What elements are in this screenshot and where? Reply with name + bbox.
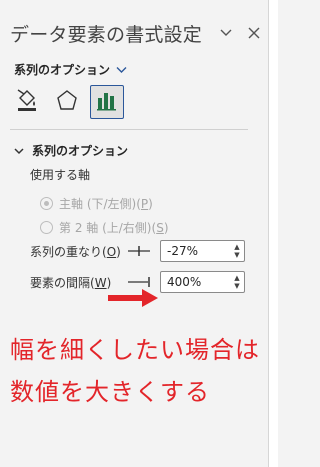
pane-title: データ要素の書式設定 (10, 23, 203, 46)
overlap-label: 系列の重なり(O) (30, 244, 121, 259)
spin-down-icon[interactable]: ▼ (234, 282, 239, 290)
paint-bucket-icon (15, 88, 39, 116)
series-options-menu[interactable]: 系列のオプション (14, 61, 127, 78)
pane-scroll-edge (268, 0, 278, 467)
radio-button (40, 197, 53, 210)
format-data-point-pane: データ要素の書式設定 系列のオプション 系列のオプション 使用する軸 主軸 (下… (0, 0, 268, 467)
pentagon-icon (56, 89, 78, 115)
primary-axis-label: 主軸 (下/左側)(P) (59, 197, 153, 211)
bar-chart-icon (95, 88, 119, 116)
gap-slider-icon (126, 275, 160, 289)
spin-buttons[interactable]: ▲ ▼ (230, 272, 244, 292)
secondary-axis-radio[interactable]: 第 2 軸 (上/右側)(S) (40, 219, 169, 236)
options-menu-label: 系列のオプション (14, 63, 111, 77)
spin-down-icon[interactable]: ▼ (234, 251, 239, 259)
spin-up-icon[interactable]: ▲ (234, 243, 239, 251)
primary-axis-radio[interactable]: 主軸 (下/左側)(P) (40, 195, 153, 212)
close-icon[interactable] (243, 22, 265, 44)
series-overlap-row: 系列の重なり(O) -27% ▲ ▼ (30, 240, 245, 262)
tab-fill-line[interactable] (10, 85, 44, 119)
annotation-line-1: 幅を細くしたい場合は (10, 336, 260, 364)
axis-label: 使用する軸 (30, 168, 91, 182)
secondary-axis-label: 第 2 軸 (上/右側)(S) (59, 221, 169, 235)
tab-series-options[interactable] (90, 85, 124, 119)
radio-button (40, 221, 53, 234)
gap-spinbox[interactable]: 400% ▲ ▼ (160, 271, 245, 293)
red-arrow-icon (108, 289, 158, 311)
annotation-line-2: 数値を大きくする (10, 378, 210, 406)
tab-effects[interactable] (50, 85, 84, 119)
spin-up-icon[interactable]: ▲ (234, 274, 239, 282)
divider (10, 129, 248, 130)
overlap-slider-icon (126, 244, 160, 258)
gap-label: 要素の間隔(W) (30, 275, 112, 290)
gap-value[interactable]: 400% (167, 275, 201, 289)
pane-dropdown-icon[interactable] (215, 22, 237, 44)
overlap-value[interactable]: -27% (167, 244, 198, 258)
overlap-spinbox[interactable]: -27% ▲ ▼ (160, 240, 245, 262)
chevron-down-icon (116, 63, 127, 77)
chevron-down-icon (14, 144, 24, 158)
spin-buttons[interactable]: ▲ ▼ (230, 241, 244, 261)
series-options-section-header[interactable]: 系列のオプション (14, 142, 128, 159)
section-title: 系列のオプション (32, 144, 129, 158)
pane-header: データ要素の書式設定 (10, 18, 260, 48)
format-tabs (10, 85, 124, 121)
